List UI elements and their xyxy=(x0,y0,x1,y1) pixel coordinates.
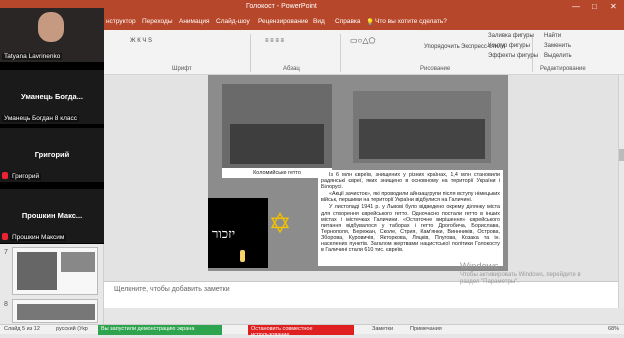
star-of-david-icon: ✡ xyxy=(268,208,292,239)
activation-watermark: Windows Чтобы активировать Windows, пере… xyxy=(460,262,581,286)
window-title: Голокост - PowerPoint xyxy=(246,3,317,10)
tab-view[interactable]: Вид xyxy=(313,18,325,25)
language-indicator[interactable]: русский (Укр xyxy=(56,326,88,332)
slide-text-box[interactable]: Із 6 млн євреїв, знищених у різних країн… xyxy=(318,170,503,266)
participant-label: Григорий xyxy=(10,173,42,180)
group-drawing: Рисование xyxy=(420,66,451,72)
shapes-icon[interactable]: ▭○△⬠ xyxy=(350,36,376,45)
watermark-line: Чтобы активировать Windows, перейдите в xyxy=(460,272,581,278)
minimize-button[interactable]: — xyxy=(572,2,580,11)
mic-muted-icon xyxy=(2,172,8,179)
watermark-title: Windows xyxy=(460,261,499,272)
candle-icon xyxy=(240,250,245,262)
paragraph-2: «Акції зачисток», які проводили айнзацгр… xyxy=(321,191,500,204)
select-button[interactable]: Выделить xyxy=(544,53,572,59)
remembrance-image: יזכור xyxy=(208,198,268,268)
tell-me-search[interactable]: Что вы хотите сделать? xyxy=(375,18,447,25)
tab-designer[interactable]: нструктор xyxy=(106,18,136,25)
participant-label: Уманець Богдан 8 класс xyxy=(2,115,80,122)
bold-icon[interactable]: Ж К Ч S xyxy=(130,38,152,44)
group-paragraph: Абзац xyxy=(283,66,300,72)
photo-caption: Коломийське гетто xyxy=(222,168,332,178)
group-font: Шрифт xyxy=(172,66,192,72)
participant-tile[interactable]: Григорий Григорий xyxy=(0,128,104,183)
slide-counter: Слайд 5 из 12 xyxy=(4,326,40,332)
tab-transitions[interactable]: Переходы xyxy=(142,18,173,25)
arrange-button[interactable]: Упорядочить xyxy=(424,44,460,50)
maximize-button[interactable]: □ xyxy=(592,2,597,11)
lightbulb-icon: 💡 xyxy=(366,19,375,26)
deportation-photo xyxy=(353,91,491,163)
mic-muted-icon xyxy=(2,233,8,240)
shape-outline-button[interactable]: Контур фигуры xyxy=(488,43,530,49)
participant-tile[interactable]: Уманець Богда... Уманець Богдан 8 класс xyxy=(0,70,104,125)
watermark-line: раздел "Параметры". xyxy=(460,279,519,285)
notes-placeholder: Щелкните, чтобы добавить заметки xyxy=(114,286,230,293)
slide-thumbnail-8[interactable] xyxy=(12,299,98,323)
hebrew-text: יזכור xyxy=(212,227,236,242)
ghetto-photo xyxy=(222,84,332,168)
find-button[interactable]: Найти xyxy=(544,33,561,39)
screen-share-text: Вы запустили демонстрацию экрана xyxy=(101,326,195,332)
participant-tile[interactable]: Tatyana Lavrinenko xyxy=(0,8,104,63)
tab-review[interactable]: Рецензирование xyxy=(258,18,308,25)
thumb-number-8: 8 xyxy=(4,301,8,308)
replace-button[interactable]: Заменить xyxy=(544,43,571,49)
zoom-level[interactable]: 68% xyxy=(608,326,619,332)
comments-toggle[interactable]: Примечания xyxy=(410,326,442,332)
participant-name: Прошкин Макс... xyxy=(21,211,83,220)
shape-effects-button[interactable]: Эффекты фигуры xyxy=(488,53,538,59)
participant-label: Прошкин Максим xyxy=(10,234,67,241)
vertical-scrollbar[interactable] xyxy=(618,75,624,308)
participant-video xyxy=(38,12,64,42)
tab-help[interactable]: Справка xyxy=(335,18,361,25)
thumb-number-7: 7 xyxy=(4,249,8,256)
participant-name: Уманець Богда... xyxy=(21,92,83,101)
video-panel: Tatyana Lavrinenko Уманець Богда... Уман… xyxy=(0,8,104,244)
participant-label: Tatyana Lavrinenko xyxy=(2,53,63,60)
participant-name: Григорий xyxy=(34,150,70,159)
tab-animation[interactable]: Анимация xyxy=(179,18,210,25)
stop-share-text: Остановить совместное использование xyxy=(251,326,313,338)
participant-tile[interactable]: Прошкин Макс... Прошкин Максим xyxy=(0,189,104,244)
notes-toggle[interactable]: Заметки xyxy=(372,326,393,332)
group-editing: Редактирование xyxy=(540,66,586,72)
slide-thumbnail-7[interactable] xyxy=(12,247,98,295)
status-bar: Слайд 5 из 12 русский (Укр Вы запустили … xyxy=(0,324,624,338)
align-icons[interactable]: ≡ ≡ ≡ ≡ xyxy=(265,38,284,44)
close-button[interactable]: ✕ xyxy=(610,2,617,11)
paragraph-1: Із 6 млн євреїв, знищених у різних країн… xyxy=(321,172,500,191)
shape-fill-button[interactable]: Заливка фигуры xyxy=(488,33,534,39)
tab-slideshow[interactable]: Слайд-шоу xyxy=(216,18,250,25)
paragraph-3: У листопаді 1941 р. у Львові було відвед… xyxy=(321,204,500,254)
